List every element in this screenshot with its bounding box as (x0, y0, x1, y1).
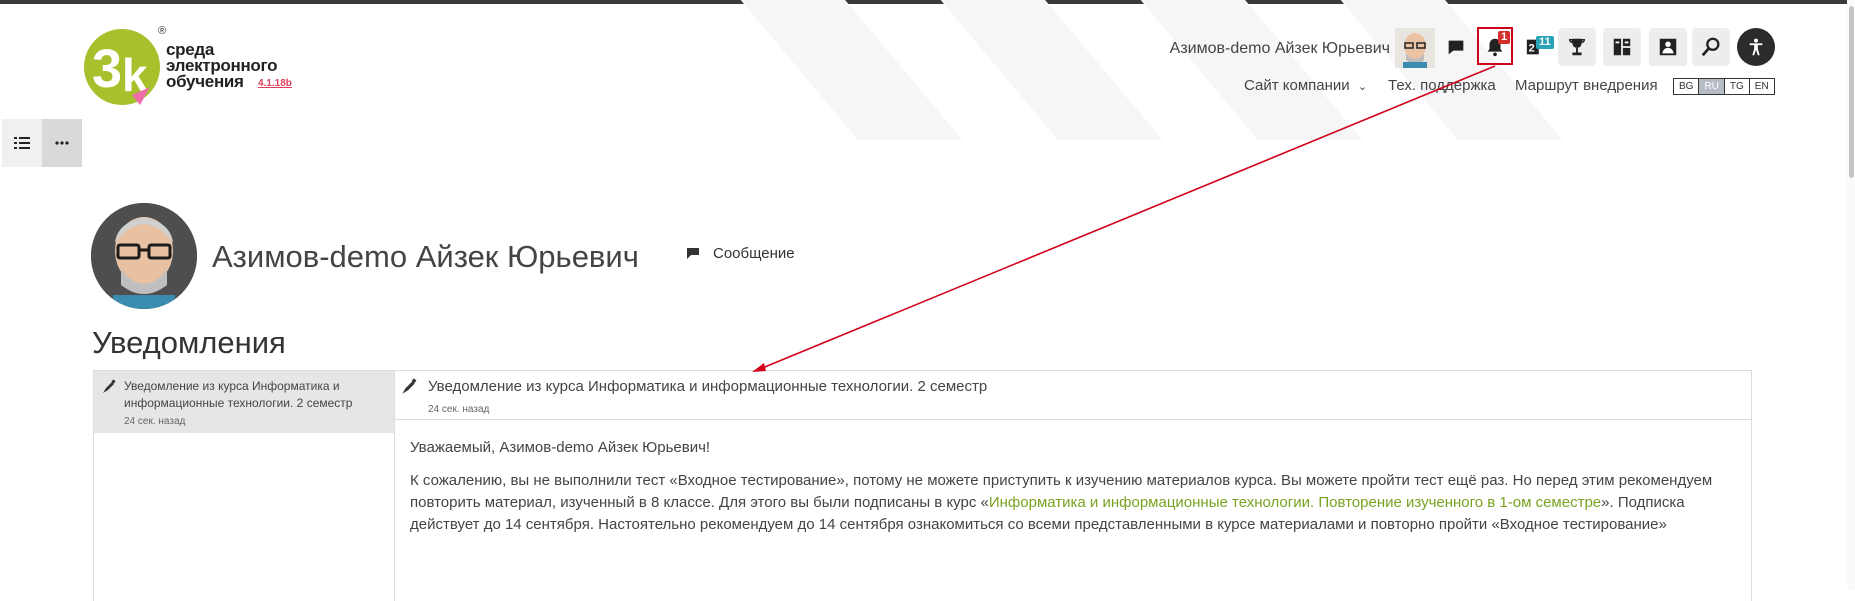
notification-message: К сожалению, вы не выполнили тест «Входн… (410, 470, 1730, 536)
chat-icon (687, 248, 699, 259)
badges-button[interactable]: 2 11 (1517, 28, 1555, 66)
contacts-button[interactable] (1649, 28, 1687, 66)
dashboard-icon (1613, 38, 1631, 56)
route-link[interactable]: Маршрут внедрения (1515, 77, 1658, 94)
page-title: Уведомления (92, 325, 286, 360)
version-label[interactable]: 4.1.18b (258, 78, 292, 89)
dashboard-button[interactable] (1603, 28, 1641, 66)
site-logo[interactable]: 3 k ® среда электронного обучения 4.1.18… (82, 25, 302, 109)
notifications-button[interactable]: 1 (1476, 28, 1514, 66)
contacts-icon (1659, 38, 1677, 56)
pen-icon (402, 378, 417, 394)
more-actions-button[interactable] (42, 119, 82, 167)
lang-en[interactable]: EN (1749, 79, 1774, 94)
trophy-icon (1568, 38, 1586, 56)
counter-badge: 11 (1536, 36, 1554, 49)
notification-detail-header: Уведомление из курса Информатика и инфор… (395, 371, 1751, 420)
notification-list-item[interactable]: Уведомление из курса Информатика и инфор… (94, 371, 394, 433)
lang-bg[interactable]: BG (1674, 79, 1700, 94)
header-user-name[interactable]: Азимов-demo Айзек Юрьевич (1170, 40, 1390, 58)
window-top-border (0, 0, 1855, 4)
notification-count-badge: 1 (1498, 31, 1511, 44)
messages-button[interactable] (1437, 28, 1475, 66)
accessibility-icon (1749, 38, 1763, 56)
course-link[interactable]: Информатика и информационные технологии.… (989, 494, 1601, 511)
profile-avatar-image (91, 203, 197, 309)
notification-detail-time: 24 сек. назад (428, 404, 490, 415)
list-icon (14, 137, 30, 149)
svg-text:3: 3 (92, 39, 122, 99)
logo-3k-icon: 3 k (84, 29, 160, 105)
registered-mark: ® (158, 25, 167, 37)
achievements-button[interactable] (1558, 28, 1596, 66)
chevron-down-icon: ⌄ (1357, 81, 1368, 93)
send-message-label: Сообщение (713, 245, 795, 262)
search-button[interactable] (1692, 28, 1730, 66)
chat-icon (1448, 40, 1464, 55)
header-background-pattern (700, 0, 1600, 140)
profile-avatar (91, 203, 197, 309)
company-site-menu[interactable]: Сайт компании ⌄ (1244, 77, 1367, 94)
avatar-image (1395, 28, 1435, 68)
page-scrollbar[interactable] (1847, 0, 1855, 590)
more-icon (55, 141, 69, 145)
notification-detail-title: Уведомление из курса Информатика и инфор… (428, 378, 988, 395)
notification-list: Уведомление из курса Информатика и инфор… (94, 371, 395, 601)
notifications-panel: Уведомление из курса Информатика и инфор… (93, 370, 1752, 601)
lang-ru[interactable]: RU (1699, 79, 1725, 94)
company-site-label: Сайт компании (1244, 77, 1350, 94)
svg-text:2: 2 (1529, 43, 1535, 55)
notification-greeting: Уважаемый, Азимов-demo Айзек Юрьевич! (410, 439, 711, 456)
notification-item-time: 24 сек. назад (124, 416, 186, 427)
notification-detail-body: Уважаемый, Азимов-demo Айзек Юрьевич! К … (410, 437, 1730, 547)
send-message-link[interactable]: Сообщение (687, 245, 795, 262)
search-icon (1701, 37, 1720, 57)
header-avatar[interactable] (1395, 28, 1435, 68)
course-index-toggle[interactable] (2, 119, 42, 167)
language-switcher: BG RU TG EN (1673, 78, 1775, 95)
notification-item-title: Уведомление из курса Информатика и инфор… (124, 379, 353, 410)
support-link[interactable]: Тех. поддержка (1388, 77, 1496, 94)
accessibility-button[interactable] (1737, 28, 1775, 66)
scrollbar-thumb[interactable] (1849, 6, 1854, 178)
lang-tg[interactable]: TG (1724, 79, 1750, 94)
profile-name: Азимов-demo Айзек Юрьевич (212, 239, 639, 274)
pen-icon (103, 379, 116, 393)
